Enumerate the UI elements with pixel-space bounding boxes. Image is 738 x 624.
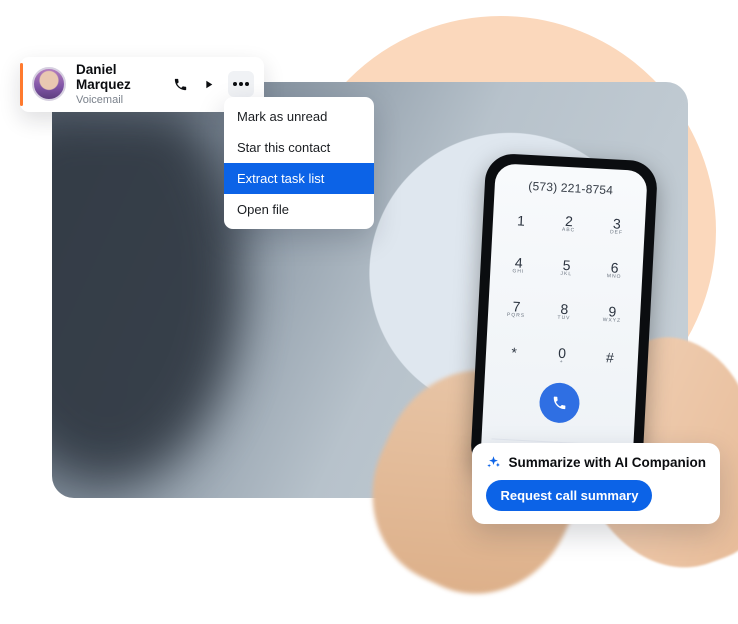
keypad-key-3[interactable]: 3DEF: [598, 207, 636, 245]
dial-button[interactable]: [538, 382, 580, 424]
menu-item-2[interactable]: Extract task list: [224, 163, 374, 194]
phone-mockup: (573) 221-8754 1 2ABC 3DEF 4GHI 5JKL 6MNO 7PQR…: [470, 153, 659, 482]
sparkle-icon: [486, 455, 501, 470]
context-menu: Mark as unreadStar this contactExtract t…: [224, 97, 374, 229]
menu-item-3[interactable]: Open file: [224, 194, 374, 225]
call-icon[interactable]: [172, 76, 188, 92]
keypad-key-1[interactable]: 1: [502, 202, 540, 240]
ai-summary-card: Summarize with AI Companion Request call…: [472, 443, 720, 524]
dial-keypad: 1 2ABC 3DEF 4GHI 5JKL 6MNO 7PQRS 8TUV 9WXYZ * 0+ #: [495, 202, 636, 377]
menu-item-1[interactable]: Star this contact: [224, 132, 374, 163]
voicemail-label: Voicemail: [76, 94, 166, 106]
avatar: [32, 67, 66, 101]
more-button[interactable]: [228, 71, 254, 97]
keypad-key-6[interactable]: 6MNO: [596, 251, 634, 289]
more-horizontal-icon: [233, 82, 249, 86]
keypad-key-7[interactable]: 7PQRS: [497, 290, 535, 328]
keypad-key-5[interactable]: 5JKL: [548, 248, 586, 286]
menu-item-0[interactable]: Mark as unread: [224, 101, 374, 132]
phone-icon: [551, 394, 568, 411]
phone-screen: (573) 221-8754 1 2ABC 3DEF 4GHI 5JKL 6MNO 7PQR…: [480, 163, 647, 471]
keypad-key-9[interactable]: 9WXYZ: [593, 295, 631, 333]
contact-name: Daniel Marquez: [76, 63, 166, 93]
keypad-key-*[interactable]: *: [495, 334, 533, 372]
keypad-key-2[interactable]: 2ABC: [550, 204, 588, 242]
play-icon[interactable]: [200, 76, 216, 92]
ai-card-title: Summarize with AI Companion: [508, 455, 706, 470]
keypad-key-#[interactable]: #: [591, 339, 629, 377]
keypad-key-4[interactable]: 4GHI: [500, 246, 538, 284]
request-summary-button[interactable]: Request call summary: [486, 480, 652, 511]
keypad-key-0[interactable]: 0+: [543, 336, 581, 374]
dialed-number: (573) 221-8754: [528, 179, 613, 197]
keypad-key-8[interactable]: 8TUV: [545, 292, 583, 330]
